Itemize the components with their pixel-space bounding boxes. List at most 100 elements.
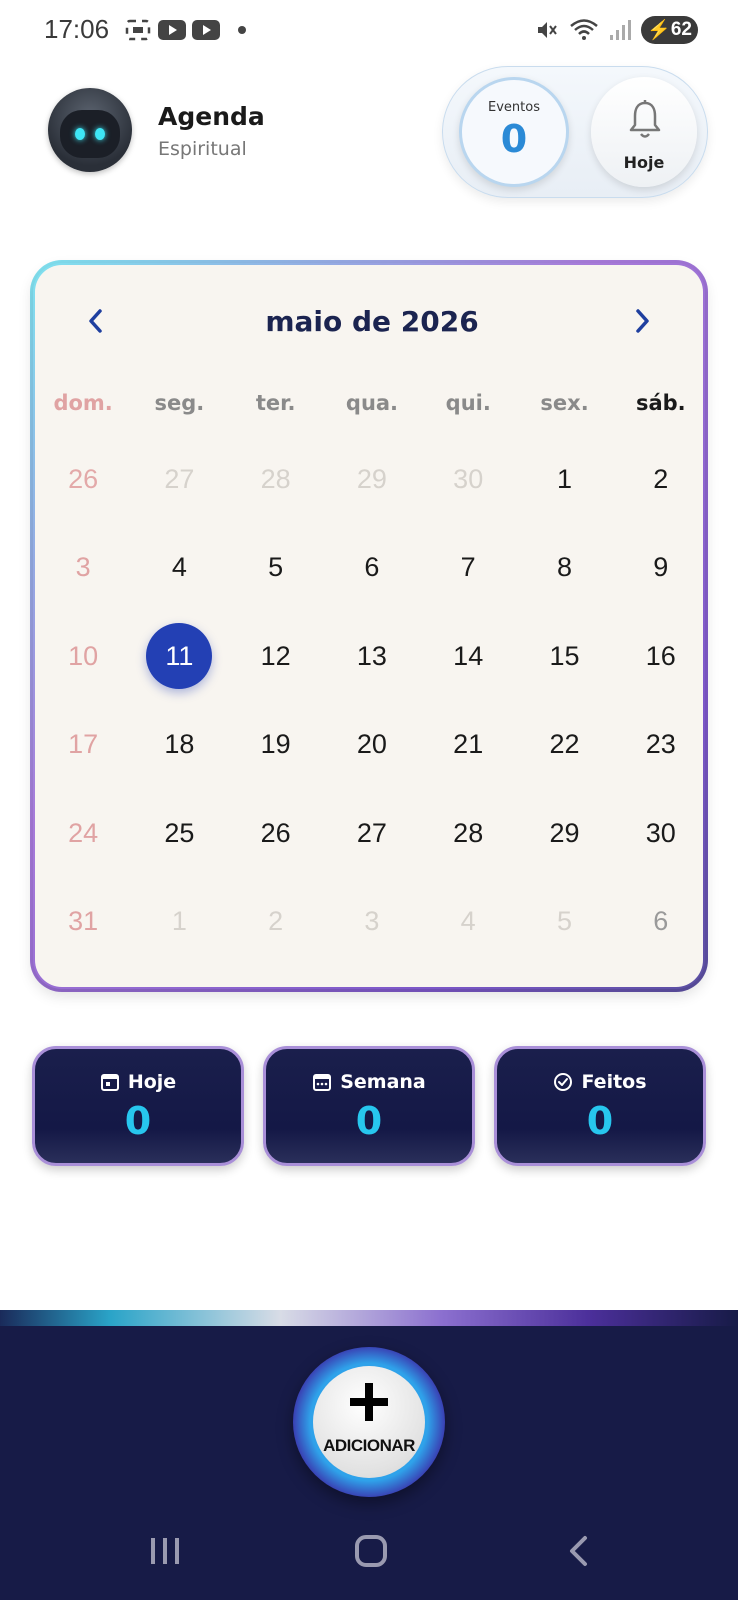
events-label: Eventos bbox=[488, 100, 540, 115]
calendar-day[interactable]: 29 bbox=[516, 789, 612, 878]
calendar-day[interactable]: 2 bbox=[613, 435, 709, 524]
calendar-day[interactable]: 21 bbox=[420, 701, 516, 790]
stat-label: Semana bbox=[340, 1071, 426, 1093]
calendar-day[interactable]: 27 bbox=[131, 435, 227, 524]
calendar-day[interactable]: 4 bbox=[420, 878, 516, 967]
calendar-day[interactable]: 10 bbox=[35, 612, 131, 701]
home-icon[interactable] bbox=[354, 1534, 388, 1568]
calendar-day[interactable]: 29 bbox=[324, 435, 420, 524]
signal-icon bbox=[610, 20, 632, 40]
calendar-day[interactable]: 13 bbox=[324, 612, 420, 701]
calendar-day[interactable]: 3 bbox=[324, 878, 420, 967]
calendar-day[interactable]: 5 bbox=[228, 524, 324, 613]
calendar-month-title: maio de 2026 bbox=[265, 305, 479, 338]
avatar-eye-left bbox=[75, 128, 85, 140]
avatar-face bbox=[60, 110, 120, 158]
calendar-day[interactable]: 20 bbox=[324, 701, 420, 790]
robot-avatar-icon bbox=[48, 88, 132, 172]
weekday-label: qua. bbox=[345, 391, 399, 415]
bottom-bar-gradient-strip bbox=[0, 1310, 738, 1326]
screenshot-icon bbox=[124, 18, 152, 42]
recent-apps-icon[interactable] bbox=[148, 1536, 182, 1566]
add-button[interactable]: ADICIONAR bbox=[293, 1347, 445, 1497]
calendar-day[interactable]: 15 bbox=[516, 612, 612, 701]
status-time: 17:06 bbox=[44, 14, 110, 44]
calendar-day[interactable]: 8 bbox=[516, 524, 612, 613]
status-bar: 17:06 ⚡ 62 bbox=[0, 0, 738, 60]
calendar-day[interactable]: 6 bbox=[324, 524, 420, 613]
charging-icon: ⚡ bbox=[647, 20, 671, 41]
calendar-day[interactable]: 7 bbox=[420, 524, 516, 613]
events-counter[interactable]: Eventos 0 bbox=[459, 77, 569, 187]
calendar-day[interactable]: 3 bbox=[35, 524, 131, 613]
calendar-day[interactable]: 12 bbox=[228, 612, 324, 701]
plus-icon bbox=[350, 1383, 388, 1421]
calendar-day[interactable]: 5 bbox=[516, 878, 612, 967]
system-icons: ⚡ 62 bbox=[535, 16, 698, 44]
stat-header: Semana bbox=[266, 1071, 472, 1093]
youtube-icon bbox=[192, 20, 220, 40]
calendar-day[interactable]: 30 bbox=[420, 435, 516, 524]
weekday-label: seg. bbox=[154, 391, 205, 415]
calendar: maio de 2026 dom. seg. ter. qua. qui. se… bbox=[32, 262, 706, 990]
today-notifications-button[interactable]: Hoje bbox=[591, 77, 697, 187]
weekday-label: dom. bbox=[53, 391, 113, 415]
calendar-day[interactable]: 23 bbox=[613, 701, 709, 790]
stat-header: Feitos bbox=[497, 1071, 703, 1093]
weekday-header: dom. seg. ter. qua. qui. sex. sáb. bbox=[35, 391, 709, 415]
stat-value: 0 bbox=[586, 1099, 614, 1143]
stat-card-week[interactable]: Semana 0 bbox=[263, 1046, 475, 1166]
wifi-icon bbox=[570, 19, 598, 40]
events-count: 0 bbox=[500, 117, 528, 161]
selected-day-label: 11 bbox=[146, 623, 213, 690]
calendar-day[interactable]: 27 bbox=[324, 789, 420, 878]
calendar-day[interactable]: 26 bbox=[228, 789, 324, 878]
add-button-inner: ADICIONAR bbox=[313, 1366, 425, 1478]
add-button-label: ADICIONAR bbox=[323, 1436, 415, 1455]
calendar-day[interactable]: 9 bbox=[613, 524, 709, 613]
calendar-day[interactable]: 28 bbox=[420, 789, 516, 878]
back-icon[interactable] bbox=[566, 1534, 590, 1568]
stat-card-done[interactable]: Feitos 0 bbox=[494, 1046, 706, 1166]
bell-icon bbox=[629, 100, 661, 138]
calendar-day[interactable]: 17 bbox=[35, 701, 131, 790]
calendar-day[interactable]: 28 bbox=[228, 435, 324, 524]
calendar-day[interactable]: 25 bbox=[131, 789, 227, 878]
calendar-day[interactable]: 16 bbox=[613, 612, 709, 701]
youtube-icon bbox=[158, 20, 186, 40]
more-notifications-icon bbox=[238, 26, 246, 34]
avatar-eye-right bbox=[95, 128, 105, 140]
battery-level: 62 bbox=[670, 19, 692, 40]
calendar-day[interactable]: 26 bbox=[35, 435, 131, 524]
mute-icon bbox=[538, 22, 557, 38]
calendar-day[interactable]: 2 bbox=[228, 878, 324, 967]
calendar-day[interactable]: 14 bbox=[420, 612, 516, 701]
calendar-day[interactable]: 1 bbox=[516, 435, 612, 524]
weekday-label: ter. bbox=[255, 391, 296, 415]
calendar-day[interactable]: 24 bbox=[35, 789, 131, 878]
weekday-label: sex. bbox=[540, 391, 589, 415]
calendar-day[interactable]: 19 bbox=[228, 701, 324, 790]
stat-label: Hoje bbox=[127, 1071, 177, 1093]
calendar-day[interactable]: 30 bbox=[613, 789, 709, 878]
app-screen: 17:06 ⚡ 62 Agenda Espiritual Eventos 0 H… bbox=[0, 0, 738, 1600]
calendar-day[interactable]: 1 bbox=[131, 878, 227, 967]
stat-card-today[interactable]: Hoje 0 bbox=[32, 1046, 244, 1166]
calendar-day[interactable]: 6 bbox=[613, 878, 709, 967]
weekday-label: qui. bbox=[445, 391, 491, 415]
stat-value: 0 bbox=[124, 1099, 152, 1143]
app-title: Agenda bbox=[158, 102, 265, 131]
calendar-days-grid: 26 27 28 29 30 1 2 3 4 5 6 7 8 9 10 11 1… bbox=[35, 435, 709, 966]
notification-icons bbox=[124, 18, 246, 42]
stat-value: 0 bbox=[355, 1099, 383, 1143]
calendar-day-selected[interactable]: 11 bbox=[131, 612, 227, 701]
calendar-day[interactable]: 22 bbox=[516, 701, 612, 790]
weekday-label: sáb. bbox=[635, 391, 686, 415]
calendar-day[interactable]: 4 bbox=[131, 524, 227, 613]
calendar-day-icon bbox=[100, 1074, 119, 1091]
stat-label: Feitos bbox=[581, 1071, 647, 1093]
calendar-day[interactable]: 31 bbox=[35, 878, 131, 967]
calendar-day[interactable]: 18 bbox=[131, 701, 227, 790]
stat-header: Hoje bbox=[35, 1071, 241, 1093]
next-month-icon[interactable] bbox=[627, 303, 657, 339]
